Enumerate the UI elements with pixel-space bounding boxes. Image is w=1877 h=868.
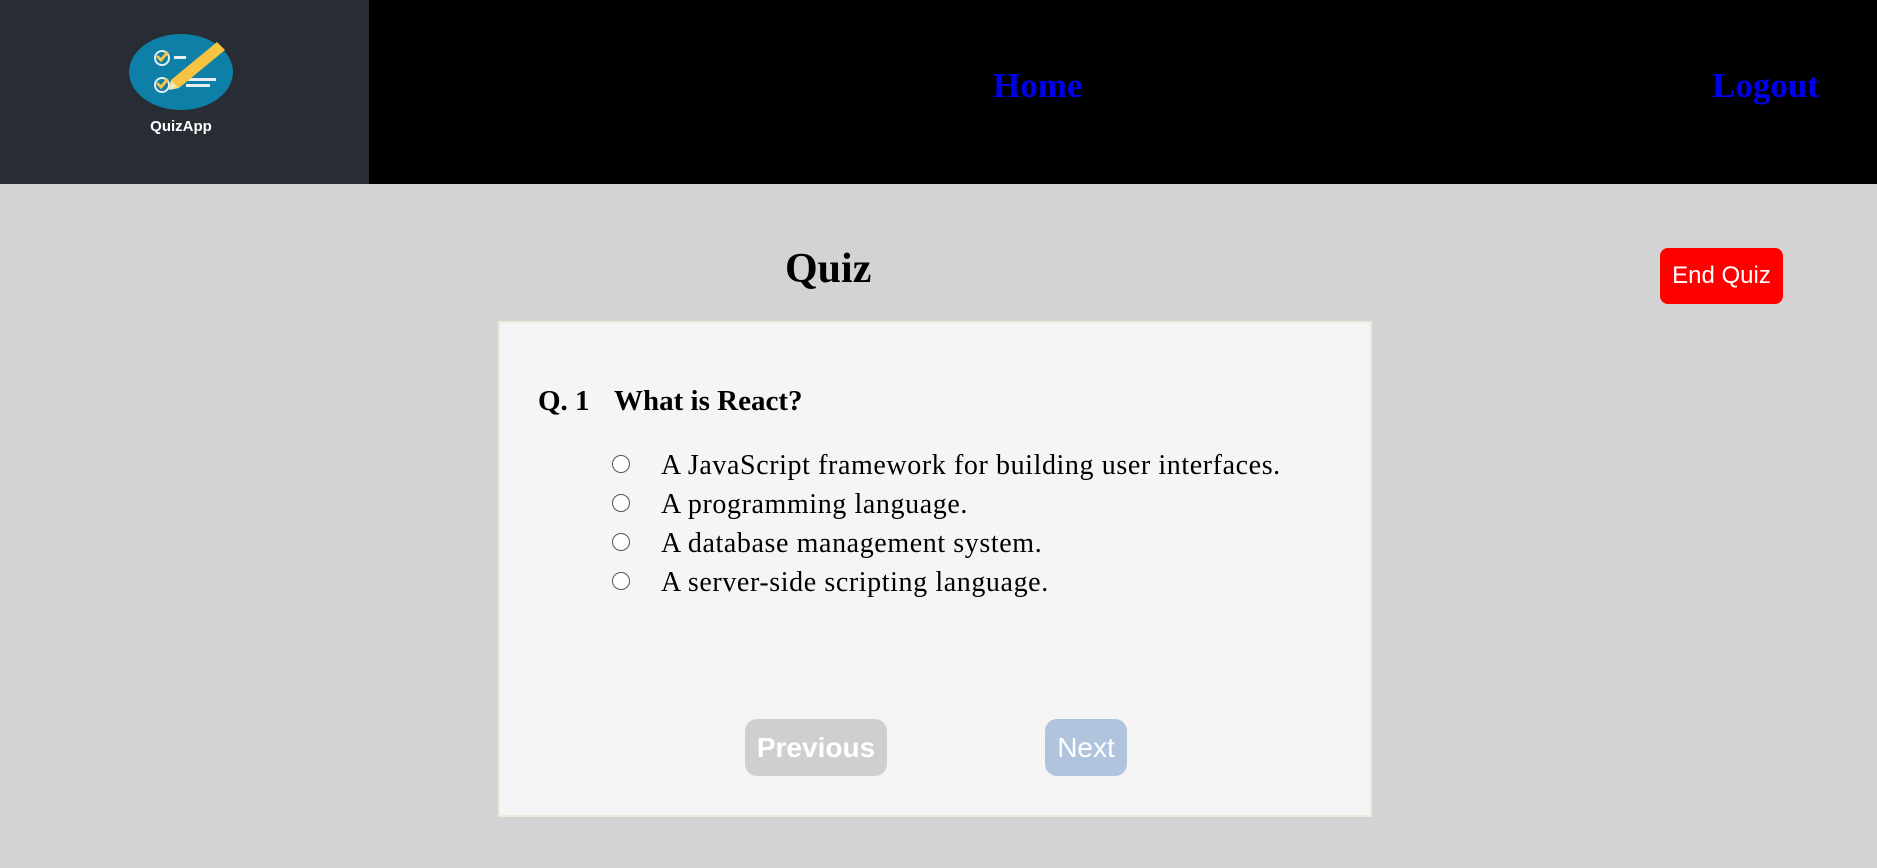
nav-logout-link[interactable]: Logout <box>1712 66 1819 106</box>
option-2[interactable]: A programming language. <box>612 485 968 524</box>
option-2-label: A programming language. <box>661 488 968 520</box>
header: QuizApp Home Logout <box>0 0 1877 184</box>
end-quiz-button[interactable]: End Quiz <box>1660 248 1783 304</box>
logo[interactable]: QuizApp <box>0 0 369 184</box>
option-2-radio[interactable] <box>612 493 630 512</box>
question-number: Q. 1 <box>538 385 590 417</box>
page-title: Quiz <box>785 246 872 292</box>
nav-home-link[interactable]: Home <box>993 66 1082 106</box>
option-3-label: A database management system. <box>661 527 1043 559</box>
question-text: What is React? <box>614 385 803 417</box>
previous-button[interactable]: Previous <box>745 719 887 776</box>
option-3-radio[interactable] <box>612 532 630 551</box>
option-4-label: A server-side scripting language. <box>661 566 1049 598</box>
option-4[interactable]: A server-side scripting language. <box>612 563 1049 602</box>
quiz-card: Q. 1 What is React? A JavaScript framewor… <box>498 321 1372 817</box>
option-1-label: A JavaScript framework for building user… <box>661 449 1281 481</box>
next-button[interactable]: Next <box>1045 719 1127 776</box>
logo-text: QuizApp <box>150 118 212 135</box>
option-1[interactable]: A JavaScript framework for building user… <box>612 446 1281 485</box>
quiz-checklist-icon <box>129 34 233 110</box>
option-1-radio[interactable] <box>612 454 630 473</box>
option-3[interactable]: A database management system. <box>612 524 1042 563</box>
question: Q. 1 What is React? <box>538 385 802 418</box>
option-4-radio[interactable] <box>612 571 630 590</box>
